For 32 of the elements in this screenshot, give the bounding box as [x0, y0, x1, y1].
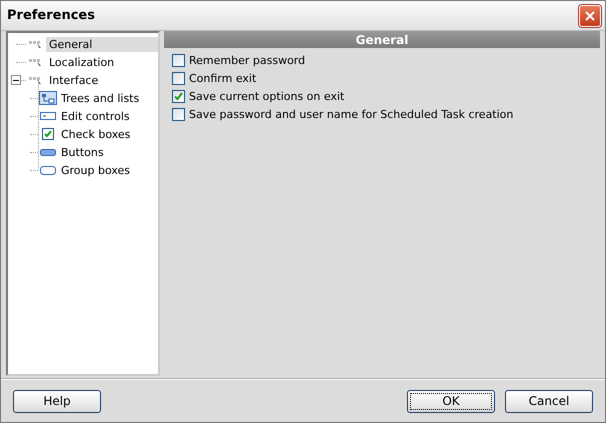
- text-field-icon: [40, 112, 56, 120]
- checkbox-label[interactable]: Save password and user name for Scheduled Task creation: [189, 108, 514, 120]
- tree-item[interactable]: General: [46, 36, 158, 52]
- close-icon: [585, 10, 595, 20]
- group-box-icon: [40, 166, 56, 174]
- close-button[interactable]: [579, 4, 601, 26]
- tree-item[interactable]: Localization: [46, 54, 118, 70]
- checkbox[interactable]: [172, 108, 185, 120]
- tree-item[interactable]: Trees and lists: [58, 90, 142, 106]
- tree-item[interactable]: Edit controls: [58, 108, 133, 124]
- dialog-button[interactable]: Help: [13, 390, 101, 412]
- tree-item[interactable]: Group boxes: [58, 162, 134, 178]
- tree-item[interactable]: Interface: [46, 72, 102, 88]
- panel-header: General: [164, 31, 600, 48]
- button-icon: [40, 148, 56, 156]
- checkbox-label[interactable]: Remember password: [189, 54, 306, 66]
- checkbox[interactable]: [172, 72, 185, 84]
- checkbox-label[interactable]: Save current options on exit: [189, 90, 344, 102]
- tree-list-icon: [39, 91, 57, 105]
- window-title: Preferences: [7, 8, 95, 23]
- dialog-button[interactable]: Cancel: [505, 390, 593, 412]
- collapse-icon[interactable]: [11, 75, 21, 85]
- checkbox[interactable]: [172, 90, 185, 102]
- dialog-button[interactable]: OK: [407, 390, 495, 412]
- page-icon: [28, 57, 44, 67]
- page-icon: [28, 75, 44, 85]
- checkbox[interactable]: [172, 54, 185, 66]
- page-icon: [28, 39, 44, 49]
- tree-item[interactable]: Check boxes: [58, 126, 134, 142]
- checkbox-label[interactable]: Confirm exit: [189, 72, 256, 84]
- checkbox-icon: [42, 128, 54, 140]
- tree-item[interactable]: Buttons: [58, 144, 107, 160]
